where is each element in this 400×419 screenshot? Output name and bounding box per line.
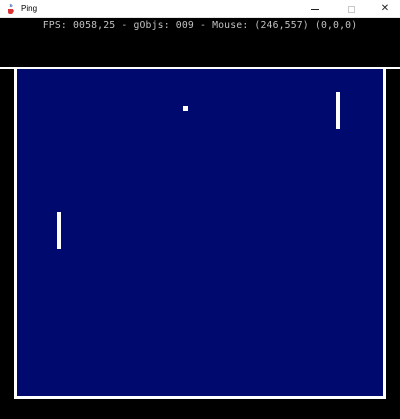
java-cup-icon	[8, 3, 14, 14]
ball	[183, 106, 188, 111]
minimize-icon	[311, 8, 319, 10]
left-paddle	[57, 212, 61, 249]
debug-status-line: FPS: 0058,25 - gObjs: 009 - Mouse: (246,…	[0, 19, 400, 33]
maximize-button[interactable]	[336, 0, 366, 18]
maximize-icon	[347, 5, 355, 13]
right-paddle	[336, 92, 340, 129]
title-bar[interactable]: Ping ✕	[0, 0, 400, 18]
minimize-button[interactable]	[300, 0, 330, 18]
play-field[interactable]	[14, 69, 386, 399]
window-title: Ping	[21, 4, 38, 13]
close-button[interactable]: ✕	[370, 0, 400, 18]
game-window: Ping ✕ FPS: 0058,25 - gObjs: 009 - Mouse…	[0, 0, 400, 419]
close-icon: ✕	[380, 3, 390, 14]
